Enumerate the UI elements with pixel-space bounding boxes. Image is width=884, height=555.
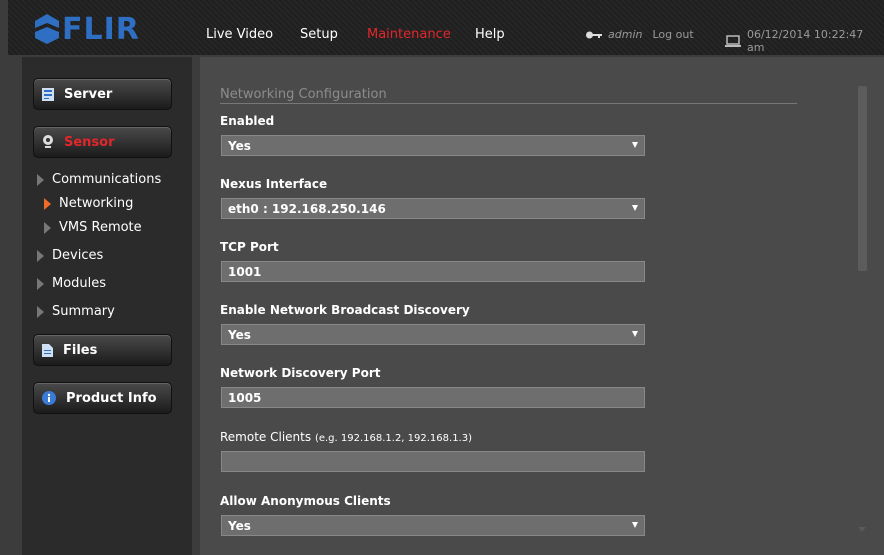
file-icon	[42, 343, 53, 357]
remote-clients-label: Remote Clients (e.g. 192.168.1.2, 192.16…	[220, 430, 472, 444]
files-button[interactable]: Files	[33, 334, 172, 366]
section-title: Networking Configuration	[220, 87, 797, 104]
scrollbar-track[interactable]	[852, 57, 884, 555]
server-icon	[42, 87, 54, 101]
product-info-label: Product Info	[66, 390, 157, 406]
tcp-port-label: TCP Port	[220, 240, 279, 254]
scroll-down-arrow-icon[interactable]	[858, 527, 866, 532]
networking-form: Networking Configuration Enabled Yes Nex…	[200, 57, 850, 555]
sensor-label: Sensor	[64, 134, 115, 150]
info-icon	[42, 391, 56, 405]
user-name: admin	[608, 28, 643, 41]
key-icon	[586, 31, 602, 38]
triangle-right-icon	[44, 197, 51, 210]
enabled-select[interactable]: Yes	[221, 135, 645, 156]
dropdown-arrow-icon	[632, 522, 638, 528]
server-label: Server	[64, 86, 113, 102]
flir-logo-icon	[35, 14, 59, 44]
sidebar-item-label: VMS Remote	[59, 220, 142, 235]
broadcast-discovery-value: Yes	[228, 327, 251, 342]
sensor-button[interactable]: Sensor	[33, 126, 172, 158]
dropdown-arrow-icon	[632, 142, 638, 148]
discovery-port-value: 1005	[228, 390, 262, 405]
flir-logo: FLIR	[35, 11, 140, 47]
enabled-value: Yes	[228, 138, 251, 153]
sidebar-item-label: Communications	[52, 172, 162, 187]
remote-clients-label-text: Remote Clients	[220, 430, 312, 444]
user-box: admin Log out	[586, 28, 694, 41]
server-button[interactable]: Server	[33, 78, 172, 110]
laptop-icon	[725, 34, 741, 47]
sidebar: Server Sensor Communications Networking …	[22, 57, 192, 555]
dropdown-arrow-icon	[632, 205, 638, 211]
top-bar: FLIR Live Video Setup Maintenance Help a…	[8, 0, 884, 55]
date-time: 06/12/2014 10:22:47 am	[725, 28, 884, 54]
triangle-right-icon	[44, 221, 51, 234]
sidebar-item-summary[interactable]: Summary	[37, 304, 115, 319]
sidebar-item-vms-remote[interactable]: VMS Remote	[44, 220, 142, 235]
nav-live-video[interactable]: Live Video	[206, 27, 273, 42]
logo-text: FLIR	[62, 11, 140, 47]
sidebar-item-networking[interactable]: Networking	[44, 196, 133, 211]
tcp-port-value: 1001	[228, 264, 262, 279]
triangle-right-icon	[37, 173, 44, 186]
nexus-interface-value: eth0 : 192.168.250.146	[228, 201, 386, 216]
anonymous-clients-select[interactable]: Yes	[221, 515, 645, 536]
sidebar-item-label: Networking	[59, 196, 134, 211]
sidebar-item-label: Summary	[52, 304, 115, 319]
broadcast-discovery-select[interactable]: Yes	[221, 324, 645, 345]
sidebar-item-devices[interactable]: Devices	[37, 248, 103, 263]
anonymous-clients-value: Yes	[228, 518, 251, 533]
triangle-right-icon	[37, 249, 44, 262]
main-panel: Networking Configuration Enabled Yes Nex…	[200, 57, 884, 555]
anonymous-clients-label: Allow Anonymous Clients	[220, 494, 391, 508]
sidebar-item-modules[interactable]: Modules	[37, 276, 106, 291]
nav-help[interactable]: Help	[475, 27, 505, 42]
product-info-button[interactable]: Product Info	[33, 382, 172, 414]
sidebar-item-label: Modules	[52, 276, 107, 291]
discovery-port-label: Network Discovery Port	[220, 366, 381, 380]
broadcast-discovery-label: Enable Network Broadcast Discovery	[220, 303, 470, 317]
triangle-right-icon	[37, 277, 44, 290]
logout-link[interactable]: Log out	[652, 28, 693, 41]
remote-clients-input[interactable]	[221, 451, 645, 472]
nav-setup[interactable]: Setup	[300, 27, 338, 42]
nav-maintenance[interactable]: Maintenance	[367, 27, 451, 42]
scrollbar-thumb[interactable]	[858, 86, 867, 271]
files-label: Files	[63, 342, 98, 358]
discovery-port-input[interactable]: 1005	[221, 387, 645, 408]
webcam-icon	[42, 135, 54, 149]
remote-clients-hint: (e.g. 192.168.1.2, 192.168.1.3)	[314, 433, 473, 444]
dropdown-arrow-icon	[632, 331, 638, 337]
date-time-text: 06/12/2014 10:22:47 am	[746, 28, 864, 54]
sidebar-item-communications[interactable]: Communications	[37, 172, 161, 187]
nexus-interface-label: Nexus Interface	[220, 177, 328, 191]
sidebar-item-label: Devices	[52, 248, 104, 263]
enabled-label: Enabled	[220, 114, 275, 128]
triangle-right-icon	[37, 305, 44, 318]
nexus-interface-select[interactable]: eth0 : 192.168.250.146	[221, 198, 645, 219]
tcp-port-input[interactable]: 1001	[221, 261, 645, 282]
